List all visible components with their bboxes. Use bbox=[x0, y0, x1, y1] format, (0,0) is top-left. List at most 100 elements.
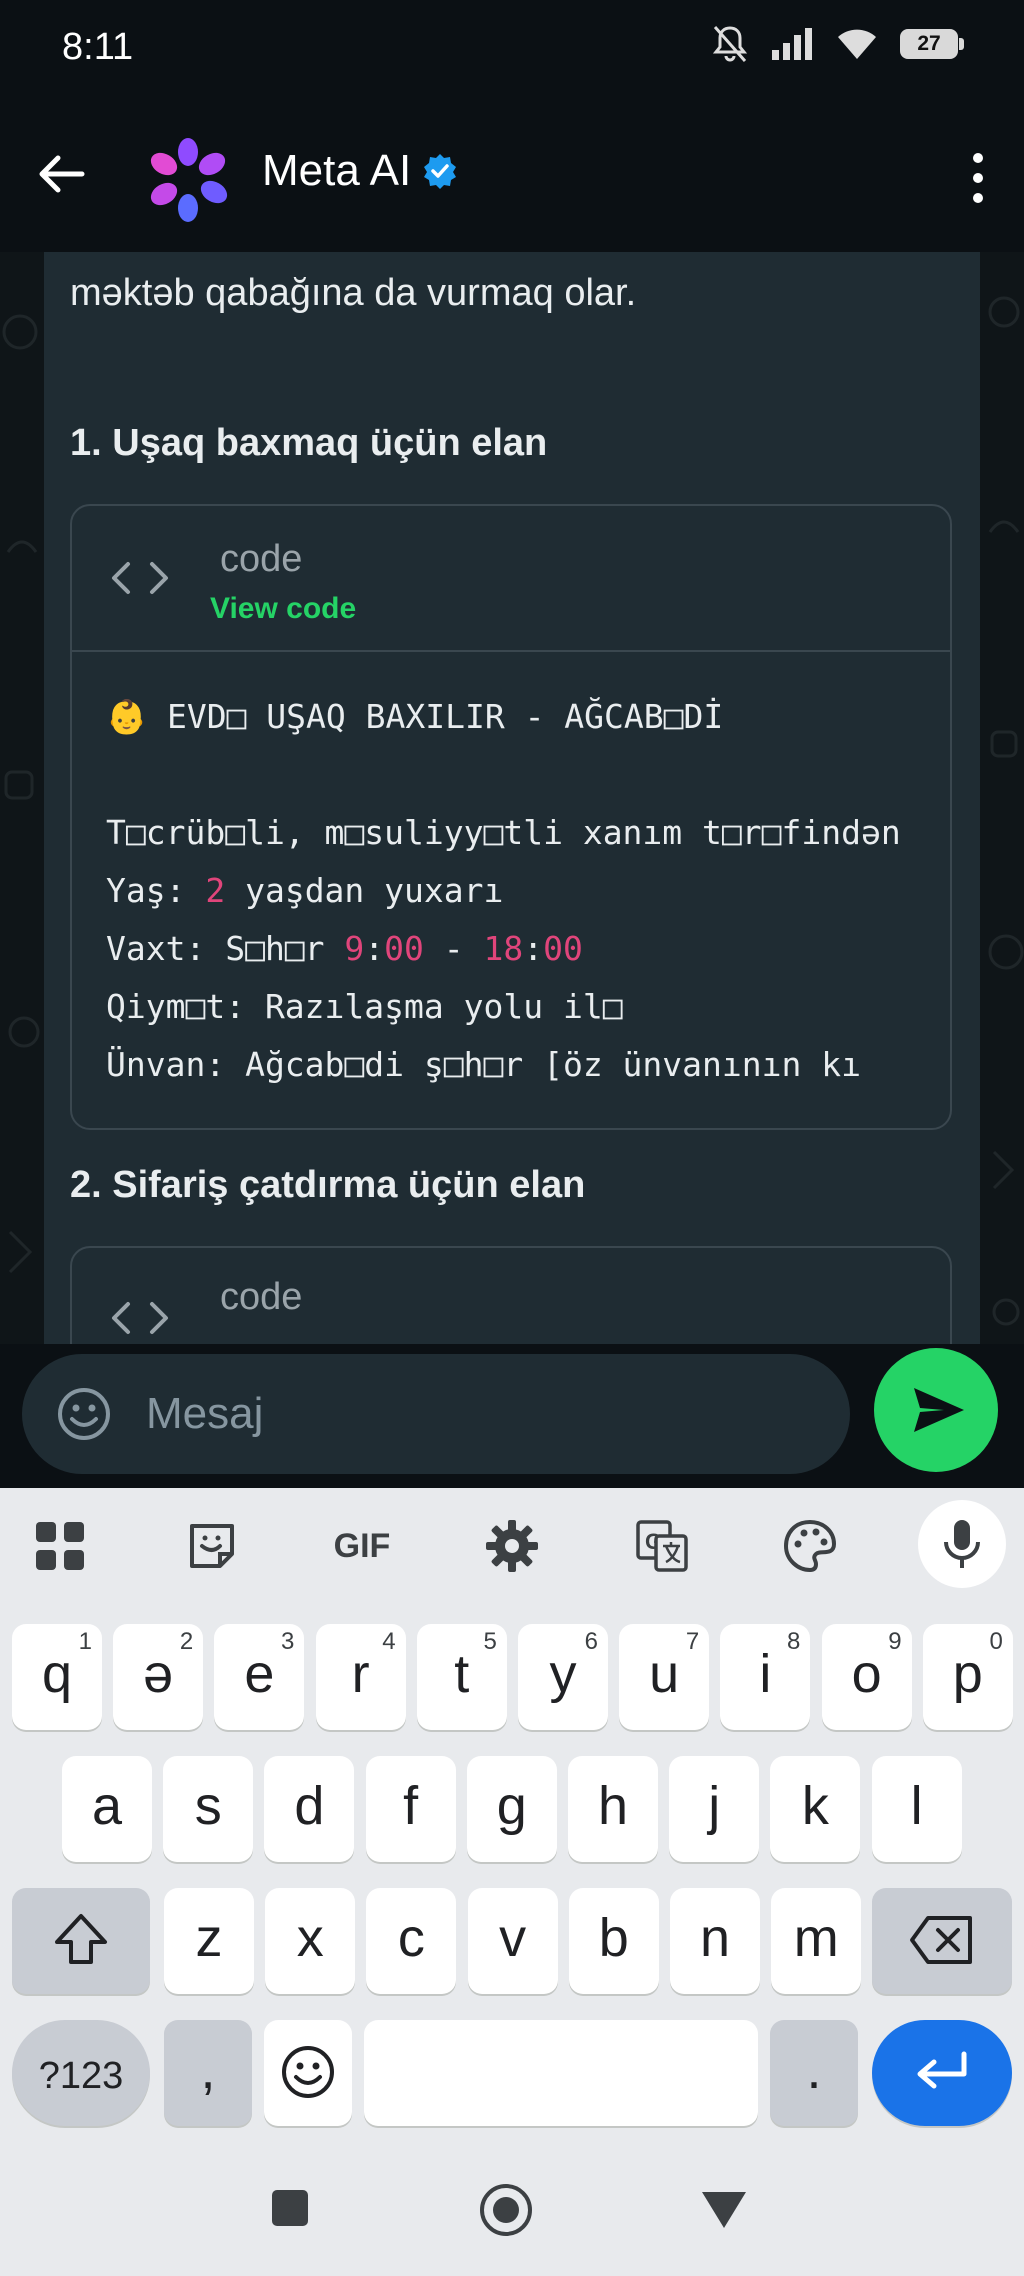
code-text-token: Ünvan: Ağcab□di ş□h□r [öz ünvanının kı bbox=[106, 1045, 861, 1084]
key-x[interactable]: x bbox=[265, 1888, 356, 1994]
key-e-hint: 3 bbox=[281, 1628, 295, 1655]
key-f[interactable]: f bbox=[365, 1756, 456, 1862]
key-z-label: z bbox=[195, 1908, 223, 1968]
backspace-icon bbox=[910, 1916, 972, 1964]
key-v[interactable]: v bbox=[467, 1888, 558, 1994]
message-composer bbox=[0, 1344, 1024, 1488]
space-bar[interactable] bbox=[364, 2020, 758, 2126]
key-ə[interactable]: ə2 bbox=[113, 1624, 204, 1730]
key-y[interactable]: y6 bbox=[518, 1624, 608, 1730]
key-u[interactable]: u7 bbox=[619, 1624, 710, 1730]
key-m-label: m bbox=[793, 1908, 839, 1968]
key-o[interactable]: o9 bbox=[821, 1624, 912, 1730]
message-input[interactable] bbox=[146, 1380, 826, 1448]
key-q[interactable]: q1 bbox=[12, 1624, 102, 1730]
wifi-icon bbox=[838, 29, 876, 59]
key-b[interactable]: b bbox=[568, 1888, 659, 1994]
enter-key[interactable] bbox=[872, 2020, 1012, 2126]
more-options-icon[interactable] bbox=[958, 148, 998, 208]
key-g-label: g bbox=[496, 1776, 527, 1836]
key-ə-label: ə bbox=[143, 1644, 174, 1704]
key-k[interactable]: k bbox=[770, 1756, 861, 1862]
key-e[interactable]: e3 bbox=[214, 1624, 305, 1730]
key-m[interactable]: m bbox=[771, 1888, 862, 1994]
theme-palette-icon[interactable] bbox=[782, 1518, 838, 1574]
key-y-label: y bbox=[549, 1644, 577, 1704]
key-s-label: s bbox=[194, 1776, 222, 1836]
comma-key[interactable]: , bbox=[164, 2020, 252, 2126]
shift-key[interactable] bbox=[12, 1888, 150, 1994]
code-number-token: 18 bbox=[483, 929, 524, 968]
key-t-label: t bbox=[454, 1644, 470, 1704]
code-line: 👶 EVD□ UŞAQ BAXILIR - AĞCAB□Dİ bbox=[106, 688, 918, 746]
code-block-1-content[interactable]: 👶 EVD□ UŞAQ BAXILIR - AĞCAB□Dİ T□crüb□li,… bbox=[72, 652, 950, 1094]
keyboard-toolbar: GIF G bbox=[0, 1488, 1024, 1604]
code-number-token: 9 bbox=[344, 929, 365, 968]
key-i[interactable]: i8 bbox=[720, 1624, 811, 1730]
key-t[interactable]: t5 bbox=[416, 1624, 507, 1730]
status-bar: 8:11 27 bbox=[0, 0, 1024, 96]
key-s[interactable]: s bbox=[163, 1756, 254, 1862]
code-text-token: Yaş: bbox=[106, 871, 206, 910]
emoji-key[interactable] bbox=[264, 2020, 352, 2126]
send-button[interactable] bbox=[874, 1348, 998, 1472]
sticker-icon[interactable] bbox=[184, 1518, 240, 1574]
key-c[interactable]: c bbox=[366, 1888, 457, 1994]
symbols-key[interactable]: ?123 bbox=[12, 2020, 150, 2126]
key-j[interactable]: j bbox=[669, 1756, 760, 1862]
code-brackets-icon bbox=[112, 1302, 168, 1334]
key-t-hint: 5 bbox=[483, 1628, 497, 1655]
section-heading-1: 1. Uşaq baxmaq üçün elan bbox=[70, 422, 548, 464]
period-key[interactable]: . bbox=[770, 2020, 858, 2126]
voice-input-button[interactable] bbox=[918, 1500, 1006, 1588]
back-arrow-icon[interactable] bbox=[30, 142, 94, 206]
key-r[interactable]: r4 bbox=[315, 1624, 406, 1730]
backspace-key[interactable] bbox=[872, 1888, 1012, 1994]
symbols-key-label: ?123 bbox=[38, 2055, 124, 2097]
key-y-hint: 6 bbox=[584, 1628, 598, 1655]
key-ə-hint: 2 bbox=[179, 1628, 194, 1655]
code-number-token: 00 bbox=[384, 929, 424, 968]
settings-gear-icon[interactable] bbox=[484, 1518, 540, 1574]
key-p-label: p bbox=[952, 1644, 983, 1704]
translate-icon[interactable]: G bbox=[634, 1518, 690, 1574]
key-h[interactable]: h bbox=[568, 1756, 658, 1862]
emoji-icon[interactable] bbox=[56, 1386, 112, 1442]
apps-grid-icon[interactable] bbox=[32, 1518, 88, 1574]
key-g[interactable]: g bbox=[466, 1756, 557, 1862]
key-z[interactable]: z bbox=[164, 1888, 254, 1994]
system-nav-bar bbox=[0, 2156, 1024, 2276]
home-circle-icon[interactable] bbox=[478, 2182, 534, 2238]
back-triangle-icon[interactable] bbox=[700, 2190, 748, 2230]
key-d[interactable]: d bbox=[264, 1756, 355, 1862]
signal-icon bbox=[772, 28, 812, 60]
code-number-token: 00 bbox=[543, 929, 583, 968]
chat-area[interactable]: məktəb qabağına da vurmaq olar. 1. Uşaq … bbox=[0, 252, 1024, 1344]
code-text-token: T□crüb□li, m□suliyy□tli xanım t□r□findən bbox=[106, 813, 901, 852]
key-o-label: o bbox=[851, 1644, 882, 1704]
key-f-label: f bbox=[403, 1776, 419, 1836]
comma-key-label: , bbox=[200, 2040, 216, 2100]
key-i-hint: 8 bbox=[787, 1628, 801, 1655]
send-icon bbox=[914, 1388, 964, 1432]
view-code-link[interactable]: View code bbox=[210, 592, 356, 626]
recents-square-icon[interactable] bbox=[270, 2188, 310, 2228]
chat-title: Meta AI bbox=[262, 146, 412, 195]
code-line: Ünvan: Ağcab□di ş□h□r [öz ünvanının kı bbox=[106, 1036, 918, 1094]
key-p[interactable]: p0 bbox=[922, 1624, 1013, 1730]
code-line: Vaxt: S□h□r 9:00 - 18:00 bbox=[106, 920, 918, 978]
key-e-label: e bbox=[244, 1644, 275, 1704]
key-l[interactable]: l bbox=[871, 1756, 962, 1862]
meta-ai-logo[interactable] bbox=[142, 134, 234, 226]
gif-button[interactable]: GIF bbox=[326, 1518, 398, 1574]
chat-title-wrap[interactable]: Meta AI bbox=[262, 146, 459, 196]
key-a[interactable]: a bbox=[62, 1756, 152, 1862]
key-d-label: d bbox=[294, 1776, 325, 1836]
code-block-2: code bbox=[70, 1246, 952, 1344]
key-k-label: k bbox=[801, 1776, 829, 1836]
message-input-pill[interactable] bbox=[22, 1354, 850, 1474]
code-text-token: - bbox=[423, 929, 484, 968]
code-block-2-header: code bbox=[72, 1248, 950, 1344]
key-n[interactable]: n bbox=[670, 1888, 760, 1994]
message-intro-text: məktəb qabağına da vurmaq olar. bbox=[70, 272, 637, 314]
